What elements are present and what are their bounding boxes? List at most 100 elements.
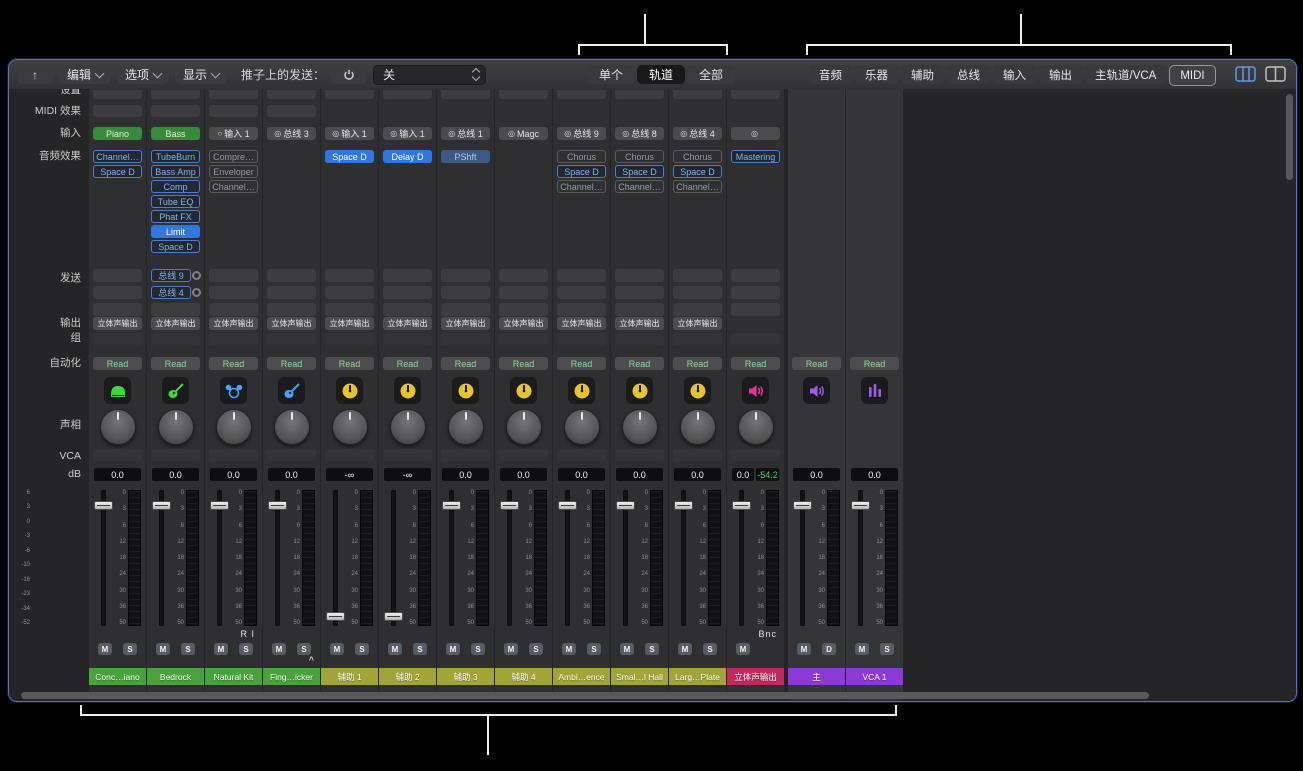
split-pane-view-icon[interactable] bbox=[1265, 66, 1286, 82]
view-segment-轨道[interactable]: 轨道 bbox=[637, 65, 685, 84]
solo-button[interactable]: S bbox=[471, 643, 485, 655]
channel-name[interactable]: VCA 1 bbox=[846, 668, 903, 685]
audio-fx-slot[interactable]: Comp bbox=[151, 180, 200, 193]
setting-slot[interactable] bbox=[557, 90, 606, 99]
fader-groove[interactable] bbox=[858, 490, 863, 626]
single-pane-view-icon[interactable] bbox=[1235, 66, 1256, 82]
db-value[interactable]: 0.0 bbox=[793, 468, 840, 481]
fader-handle[interactable] bbox=[94, 501, 113, 510]
output-slot[interactable]: 立体声输出 bbox=[441, 317, 490, 330]
audio-fx-slot[interactable]: Tube EQ bbox=[151, 195, 200, 208]
pan-knob[interactable] bbox=[390, 409, 426, 445]
send-slot[interactable] bbox=[383, 269, 432, 282]
audio-fx-slot[interactable]: PShft bbox=[441, 150, 490, 163]
send-slot[interactable] bbox=[615, 269, 664, 282]
db-value[interactable]: -∞ bbox=[326, 468, 373, 481]
send-slot[interactable] bbox=[267, 286, 316, 299]
fader-groove[interactable] bbox=[565, 490, 570, 626]
db-value[interactable]: 0.0 bbox=[732, 468, 754, 481]
send-slot[interactable] bbox=[499, 269, 548, 282]
audio-fx-slot[interactable]: Channel… bbox=[615, 180, 664, 193]
audio-fx-slot[interactable]: Channel… bbox=[673, 180, 722, 193]
vca-slot[interactable] bbox=[557, 449, 606, 461]
mute-button[interactable]: M bbox=[504, 643, 518, 655]
bass-guitar-icon[interactable] bbox=[162, 377, 189, 404]
send-slot[interactable] bbox=[209, 286, 258, 299]
channel-name[interactable]: 辅助 2 bbox=[379, 668, 436, 685]
db-value[interactable]: -∞ bbox=[384, 468, 431, 481]
mute-button[interactable]: M bbox=[156, 643, 170, 655]
fader-handle[interactable] bbox=[732, 501, 751, 510]
send-slot[interactable] bbox=[441, 286, 490, 299]
grand-piano-icon[interactable] bbox=[104, 377, 131, 404]
db-value[interactable]: 0.0 bbox=[210, 468, 257, 481]
filter-button-辅助[interactable]: 辅助 bbox=[901, 65, 944, 84]
solo-button[interactable]: S bbox=[880, 643, 894, 655]
edit-menu-button[interactable]: 编辑 bbox=[59, 66, 111, 84]
fader-handle[interactable] bbox=[793, 501, 812, 510]
filter-button-总线[interactable]: 总线 bbox=[947, 65, 990, 84]
db-value[interactable]: 0.0 bbox=[616, 468, 663, 481]
output-slot[interactable]: 立体声输出 bbox=[499, 317, 548, 330]
vca-slot[interactable] bbox=[209, 449, 258, 461]
send-slot[interactable] bbox=[383, 286, 432, 299]
solo-button[interactable]: S bbox=[645, 643, 659, 655]
audio-fx-slot[interactable]: Space D bbox=[151, 240, 200, 253]
channel-name[interactable]: Conc…iano bbox=[89, 668, 146, 685]
vca-slot[interactable] bbox=[325, 449, 374, 461]
drum-kit-icon[interactable] bbox=[220, 377, 247, 404]
pan-knob[interactable] bbox=[158, 409, 194, 445]
audio-fx-slot[interactable]: Channel… bbox=[209, 180, 258, 193]
sends-mode-select[interactable]: 关 bbox=[373, 65, 486, 85]
mute-button[interactable]: M bbox=[736, 643, 750, 655]
group-slot[interactable] bbox=[731, 333, 780, 345]
gauge-icon[interactable] bbox=[452, 377, 479, 404]
group-slot[interactable] bbox=[441, 333, 490, 345]
sends-on-fader-power-button[interactable] bbox=[331, 66, 367, 84]
channel-name[interactable]: 辅助 1 bbox=[321, 668, 378, 685]
vca-slot[interactable] bbox=[267, 449, 316, 461]
fader-groove[interactable] bbox=[333, 490, 338, 626]
send-slot[interactable]: 总线 9 bbox=[151, 269, 191, 282]
send-slot[interactable] bbox=[383, 303, 432, 316]
db-value[interactable]: 0.0 bbox=[94, 468, 141, 481]
speaker-icon[interactable] bbox=[803, 377, 830, 404]
fader-handle[interactable] bbox=[268, 501, 287, 510]
automation-mode-button[interactable]: Read bbox=[731, 357, 780, 370]
speaker-icon[interactable] bbox=[742, 377, 769, 404]
output-slot[interactable]: 立体声输出 bbox=[383, 317, 432, 330]
group-slot[interactable] bbox=[383, 333, 432, 345]
send-slot[interactable] bbox=[267, 303, 316, 316]
audio-fx-slot[interactable]: TubeBurn bbox=[151, 150, 200, 163]
fader-groove[interactable] bbox=[800, 490, 805, 626]
send-slot[interactable]: 总线 4 bbox=[151, 286, 191, 299]
view-segment-单个[interactable]: 单个 bbox=[587, 65, 635, 84]
mute-button[interactable]: M bbox=[678, 643, 692, 655]
audio-fx-slot[interactable]: Channel… bbox=[93, 150, 142, 163]
solo-button[interactable]: S bbox=[703, 643, 717, 655]
channel-name[interactable]: 主 bbox=[788, 668, 845, 685]
send-slot[interactable] bbox=[615, 303, 664, 316]
mute-button[interactable]: M bbox=[98, 643, 112, 655]
setting-slot[interactable] bbox=[731, 90, 780, 99]
input-slot[interactable]: ◎输入 1 bbox=[383, 127, 432, 140]
midi-fx-slot[interactable] bbox=[93, 105, 142, 117]
mute-button[interactable]: M bbox=[620, 643, 634, 655]
vca-slot[interactable] bbox=[673, 449, 722, 461]
fader-handle[interactable] bbox=[384, 612, 403, 621]
group-slot[interactable] bbox=[151, 333, 200, 345]
send-slot[interactable] bbox=[151, 303, 200, 316]
fader-handle[interactable] bbox=[674, 501, 693, 510]
setting-slot[interactable] bbox=[499, 90, 548, 99]
input-slot[interactable]: ◎总线 4 bbox=[673, 127, 722, 140]
send-slot[interactable] bbox=[557, 303, 606, 316]
db-value[interactable]: 0.0 bbox=[558, 468, 605, 481]
midi-fx-slot[interactable] bbox=[209, 105, 258, 117]
automation-mode-button[interactable]: Read bbox=[792, 357, 841, 370]
pan-knob[interactable] bbox=[332, 409, 368, 445]
filter-button-音频[interactable]: 音频 bbox=[809, 65, 852, 84]
gauge-icon[interactable] bbox=[568, 377, 595, 404]
vca-slot[interactable] bbox=[731, 449, 780, 461]
audio-fx-slot[interactable]: Space D bbox=[673, 165, 722, 178]
fader-groove[interactable] bbox=[507, 490, 512, 626]
